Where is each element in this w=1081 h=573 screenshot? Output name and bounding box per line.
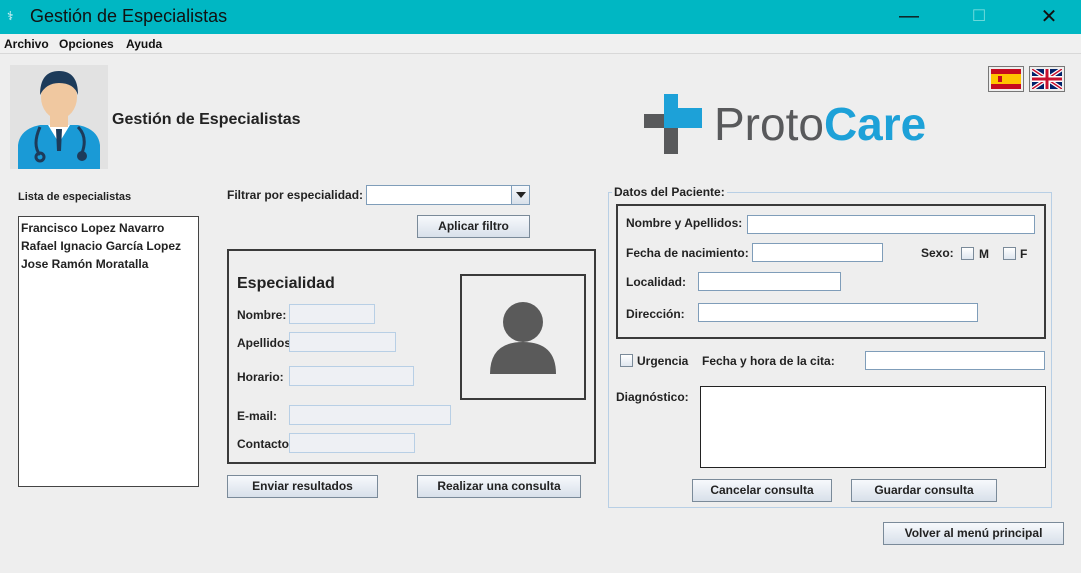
app-icon: ⚕ [7,9,14,23]
title-bar: ⚕ Gestión de Especialistas — ☐ ✕ [0,0,1081,34]
send-results-button[interactable]: Enviar resultados [227,475,378,498]
appointment-field[interactable] [865,351,1045,370]
apellidos-label: Apellidos [237,336,292,350]
apellidos-field[interactable] [289,332,396,352]
specialists-label: Lista de especialistas [18,191,132,203]
window-title: Gestión de Especialistas [30,6,228,26]
sex-m-label: M [979,247,989,261]
sex-label: Sexo: [921,246,954,260]
diagnosis-textarea[interactable] [700,386,1046,468]
appointment-label: Fecha y hora de la cita: [702,354,835,368]
patient-name-field[interactable] [747,215,1035,234]
city-field[interactable] [698,272,841,291]
email-field[interactable] [289,405,451,425]
list-item[interactable]: Jose Ramón Moratalla [19,255,198,273]
protocare-logo [644,94,704,154]
page-title: Gestión de Especialistas [112,111,301,128]
horario-label: Horario: [237,370,284,384]
address-field[interactable] [698,303,978,322]
save-consult-button[interactable]: Guardar consulta [851,479,997,502]
minimize-button[interactable]: — [886,0,932,32]
spanish-flag-button[interactable] [988,66,1024,92]
photo-frame [460,274,586,400]
uk-flag-icon [1030,67,1064,91]
menu-ayuda[interactable]: Ayuda [126,37,162,51]
english-flag-button[interactable] [1029,66,1065,92]
patient-legend: Datos del Paciente: [612,185,727,199]
close-button[interactable]: ✕ [1026,0,1072,32]
contacto-label: Contacto [237,437,289,451]
doctor-avatar [10,65,108,169]
logo-proto: Proto [714,98,824,150]
filter-label: Filtrar por especialidad: [227,188,364,202]
chevron-down-icon[interactable] [511,186,529,204]
birthdate-field[interactable] [752,243,883,262]
nombre-field[interactable] [289,304,375,324]
specialists-list[interactable]: Francisco Lopez Navarro Rafael Ignacio G… [18,216,199,487]
apply-filter-button[interactable]: Aplicar filtro [417,215,530,238]
menu-archivo[interactable]: Archivo [4,37,49,51]
horario-field[interactable] [289,366,414,386]
address-label: Dirección: [626,307,685,321]
user-silhouette-icon [490,302,556,374]
list-item[interactable]: Rafael Ignacio García Lopez [19,237,198,255]
maximize-button[interactable]: ☐ [956,0,1002,32]
patient-name-label: Nombre y Apellidos: [626,216,743,230]
specialty-dropdown[interactable] [366,185,530,205]
logo-text: ProtoCare [714,98,926,150]
sex-m-checkbox[interactable] [961,247,974,260]
menu-bar: Archivo Opciones Ayuda [0,34,1081,54]
spain-flag-icon [991,69,1021,89]
birthdate-label: Fecha de nacimiento: [626,246,749,260]
cross-logo-icon [644,94,702,154]
diagnosis-label: Diagnóstico: [616,390,689,404]
sex-f-label: F [1020,247,1028,261]
menu-opciones[interactable]: Opciones [59,37,114,51]
list-item[interactable]: Francisco Lopez Navarro [19,219,198,237]
urgency-label: Urgencia [637,354,689,368]
city-label: Localidad: [626,275,687,289]
doctor-icon [18,71,100,169]
logo-care: Care [823,98,927,150]
sex-f-checkbox[interactable] [1003,247,1016,260]
back-to-menu-button[interactable]: Volver al menú principal [883,522,1064,545]
urgency-checkbox[interactable] [620,354,633,367]
make-consult-button[interactable]: Realizar una consulta [417,475,581,498]
nombre-label: Nombre: [237,308,287,322]
contacto-field[interactable] [289,433,415,453]
email-label: E-mail: [237,409,278,423]
cancel-consult-button[interactable]: Cancelar consulta [692,479,832,502]
specialty-heading: Especialidad [237,275,335,292]
